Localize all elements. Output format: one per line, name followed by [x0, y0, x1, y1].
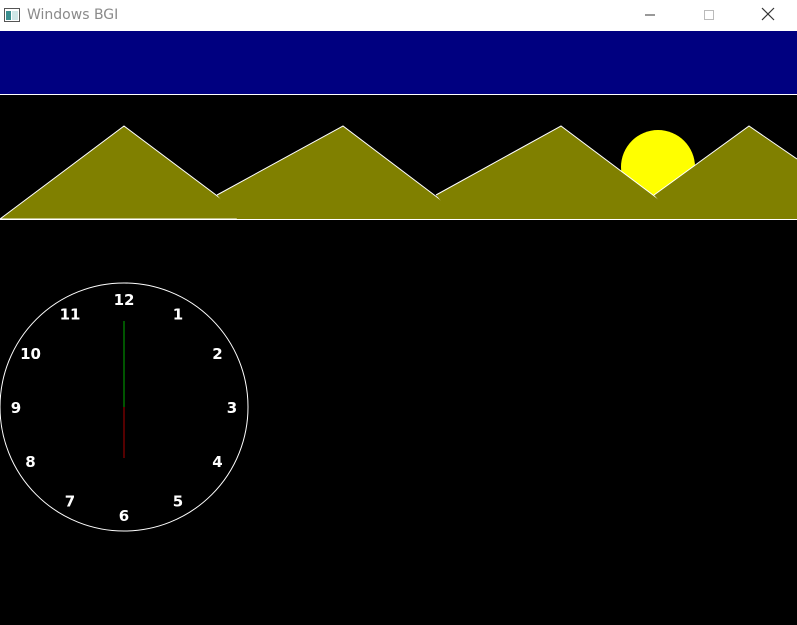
window-title: Windows BGI — [27, 7, 119, 23]
minimize-icon — [644, 6, 656, 25]
minimize-button[interactable] — [627, 0, 673, 31]
maximize-icon — [703, 6, 715, 25]
sky-band — [0, 31, 797, 94]
app-window-icon — [4, 7, 20, 22]
clock-number-2: 2 — [212, 345, 222, 363]
close-icon — [761, 6, 775, 25]
clock-number-7: 7 — [65, 493, 75, 511]
bgi-canvas: 12 1 2 3 4 5 6 7 8 9 10 11 — [0, 31, 797, 625]
scene-drawing: 121234567891011 — [0, 31, 797, 625]
close-button[interactable] — [745, 0, 791, 31]
clock-number-8: 8 — [25, 453, 35, 471]
canvas-background — [0, 31, 797, 625]
clock-number-10: 10 — [20, 345, 41, 363]
clock-number-12: 12 — [114, 291, 135, 309]
maximize-button[interactable] — [686, 0, 732, 31]
clock-number-6: 6 — [119, 507, 129, 525]
clock-number-1: 1 — [173, 306, 183, 324]
clock-number-5: 5 — [173, 493, 183, 511]
clock-number-3: 3 — [227, 399, 237, 417]
clock-number-9: 9 — [11, 399, 21, 417]
clock-number-11: 11 — [60, 306, 81, 324]
title-bar[interactable]: Windows BGI — [0, 0, 797, 31]
bgi-window: Windows BGI 12 1 2 3 4 5 6 7 8 9 10 11 — [0, 0, 797, 625]
clock-number-4: 4 — [212, 453, 222, 471]
